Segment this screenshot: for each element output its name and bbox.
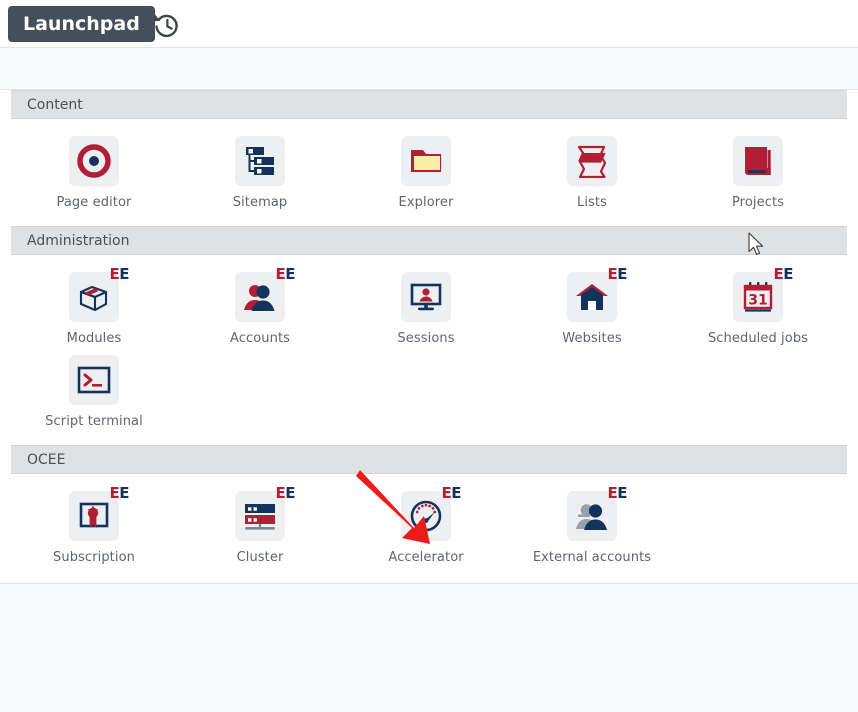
- ee-badge: EE: [276, 267, 296, 282]
- app-label: Subscription: [53, 550, 135, 565]
- app-label: Cluster: [236, 550, 284, 565]
- certificate-seal-icon: [78, 500, 110, 532]
- app-tile-sitemap[interactable]: Sitemap: [177, 133, 343, 216]
- app-tile-subscription[interactable]: EE Subscription: [11, 486, 177, 571]
- ee-badge-e2: E: [451, 484, 461, 502]
- ee-badge: EE: [110, 267, 130, 282]
- app-row: EE Subscription EE Cluster EE Accelerato…: [11, 486, 847, 571]
- ee-badge-e2: E: [617, 265, 627, 283]
- book-icon: [742, 144, 774, 178]
- ee-badge: EE: [442, 486, 462, 501]
- group-header-content: Content: [11, 90, 847, 119]
- ee-badge-e1: E: [109, 265, 120, 283]
- app-label: Accelerator: [388, 550, 464, 565]
- ee-badge-e2: E: [285, 265, 295, 283]
- app-label: Websites: [562, 331, 622, 346]
- app-label: Scheduled jobs: [707, 331, 809, 346]
- calendar-31-icon: 31: [742, 281, 774, 313]
- app-label: Page editor: [56, 195, 132, 210]
- sitemap-tree-icon: [243, 144, 277, 178]
- app-label: External accounts: [532, 550, 652, 565]
- svg-text:31: 31: [748, 293, 767, 309]
- target-bullseye-icon: [76, 143, 112, 179]
- monitor-user-icon: [409, 281, 443, 313]
- app-tile-cluster[interactable]: EE Cluster: [177, 486, 343, 571]
- ee-badge: EE: [774, 267, 794, 282]
- app-row: Script terminal: [11, 352, 847, 435]
- ee-badge-e1: E: [607, 265, 618, 283]
- app-tile-projects[interactable]: Projects: [675, 133, 841, 216]
- speedometer-icon: [409, 499, 443, 533]
- ee-badge-e1: E: [275, 484, 286, 502]
- app-tile-sessions[interactable]: Sessions: [343, 269, 509, 352]
- ee-badge: EE: [276, 486, 296, 501]
- ee-badge: EE: [608, 267, 628, 282]
- ee-badge-e1: E: [275, 265, 286, 283]
- app-tile-accelerator[interactable]: EE Accelerator: [343, 486, 509, 571]
- history-clock-icon: [150, 14, 182, 44]
- package-box-icon: [77, 281, 111, 313]
- app-label: Projects: [731, 195, 785, 210]
- app-tile-script-terminal[interactable]: Script terminal: [11, 352, 177, 435]
- launchpad-panel: Content Page editor Sitemap Explorer Lis…: [0, 89, 858, 584]
- app-label: Sessions: [397, 331, 455, 346]
- app-tile-accounts[interactable]: EE Accounts: [177, 267, 343, 352]
- users-group-icon: [243, 281, 277, 313]
- group-content: Content Page editor Sitemap Explorer Lis…: [0, 90, 858, 226]
- ee-badge-e2: E: [119, 484, 129, 502]
- ee-badge-e1: E: [441, 484, 452, 502]
- house-icon: [575, 282, 609, 312]
- ee-badge-e1: E: [773, 265, 784, 283]
- ee-badge-e1: E: [607, 484, 618, 502]
- ee-badge-e2: E: [617, 484, 627, 502]
- group-administration: Administration EE Modules EE Accounts Se…: [0, 226, 858, 445]
- folder-icon: [409, 144, 443, 178]
- app-tile-page-editor[interactable]: Page editor: [11, 133, 177, 216]
- app-label: Modules: [66, 331, 122, 346]
- app-tile-lists[interactable]: Lists: [509, 133, 675, 216]
- ee-badge-e2: E: [119, 265, 129, 283]
- app-tile-websites[interactable]: EE Websites: [509, 267, 675, 352]
- server-stack-icon: [243, 501, 277, 531]
- launchpad-button[interactable]: Launchpad: [8, 6, 155, 42]
- toolbar-spacer: [0, 48, 858, 89]
- ee-badge: EE: [110, 486, 130, 501]
- group-header-administration: Administration: [11, 226, 847, 255]
- app-label: Accounts: [229, 331, 291, 346]
- ee-badge-e2: E: [783, 265, 793, 283]
- app-label: Lists: [577, 195, 607, 210]
- group-header-ocee: OCEE: [11, 445, 847, 474]
- app-row: EE Modules EE Accounts Sessions EE Websi…: [11, 267, 847, 352]
- external-users-icon: [575, 500, 609, 532]
- app-tile-modules[interactable]: EE Modules: [11, 267, 177, 352]
- app-label: Script terminal: [45, 414, 143, 429]
- app-tile-external-accounts[interactable]: EE External accounts: [509, 486, 675, 571]
- terminal-prompt-icon: [77, 366, 111, 394]
- app-label: Explorer: [398, 195, 454, 210]
- ee-badge-e2: E: [285, 484, 295, 502]
- top-toolbar: Launchpad: [0, 0, 858, 48]
- group-ocee: OCEE EE Subscription EE Cluster EE Accel…: [0, 445, 858, 581]
- app-label: Sitemap: [232, 195, 288, 210]
- ee-badge: EE: [608, 486, 628, 501]
- history-button[interactable]: [150, 9, 182, 41]
- app-tile-explorer[interactable]: Explorer: [343, 133, 509, 216]
- app-row: Page editor Sitemap Explorer Lists Proje…: [11, 133, 847, 216]
- list-ribbon-icon: [576, 144, 608, 178]
- app-tile-scheduled-jobs[interactable]: 31 EE Scheduled jobs: [675, 267, 841, 352]
- ee-badge-e1: E: [109, 484, 120, 502]
